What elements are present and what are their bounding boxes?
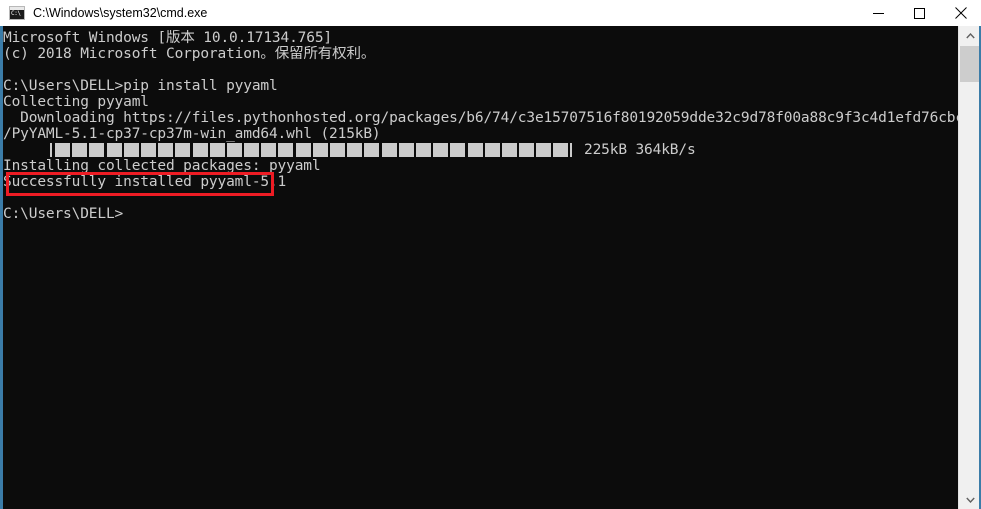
- console-line-download-url: Downloading https://files.pythonhosted.o…: [3, 110, 961, 126]
- progress-block: [467, 143, 483, 157]
- close-button[interactable]: [940, 0, 981, 26]
- window-title: C:\Windows\system32\cmd.exe: [33, 6, 208, 20]
- minimize-button[interactable]: [858, 0, 899, 26]
- progress-block: [381, 143, 397, 157]
- title-bar[interactable]: C:\ C:\Windows\system32\cmd.exe: [0, 0, 981, 27]
- progress-block: [209, 143, 225, 157]
- vertical-scrollbar[interactable]: [958, 26, 981, 509]
- progress-blocks: [55, 143, 571, 157]
- console-line-installing: Installing collected packages: pyyaml: [3, 158, 321, 174]
- download-progress-bar: 225kB 364kB/s: [3, 142, 961, 158]
- console-text-surface[interactable]: Microsoft Windows [版本 10.0.17134.765] (c…: [3, 26, 961, 509]
- scroll-down-arrow-icon[interactable]: [959, 490, 981, 509]
- cmd-window: C:\ C:\Windows\system32\cmd.exe Microsof…: [0, 0, 981, 509]
- console-line: Microsoft Windows [版本 10.0.17134.765]: [3, 30, 332, 46]
- progress-block: [226, 143, 242, 157]
- progress-block: [415, 143, 431, 157]
- cmd-icon-label: C:\: [11, 10, 21, 17]
- console-lines: Microsoft Windows [版本 10.0.17134.765] (c…: [3, 30, 961, 222]
- progress-block: [450, 143, 466, 157]
- progress-block: [295, 143, 311, 157]
- cmd-icon: C:\: [9, 6, 25, 20]
- progress-block: [244, 143, 260, 157]
- console-line-success: Successfully installed pyyaml-5.1: [3, 174, 287, 190]
- progress-block: [347, 143, 363, 157]
- scroll-track[interactable]: [959, 45, 981, 490]
- progress-stats: 225kB 364kB/s: [584, 142, 696, 158]
- progress-block: [536, 143, 552, 157]
- progress-block: [261, 143, 277, 157]
- progress-block: [123, 143, 139, 157]
- console-line: (c) 2018 Microsoft Corporation。保留所有权利。: [3, 46, 376, 62]
- progress-block: [501, 143, 517, 157]
- scroll-up-arrow-icon[interactable]: [959, 26, 981, 45]
- progress-block: [433, 143, 449, 157]
- progress-block: [72, 143, 88, 157]
- progress-block: [519, 143, 535, 157]
- progress-block: [106, 143, 122, 157]
- progress-block: [364, 143, 380, 157]
- progress-block: [89, 143, 105, 157]
- progress-block: [484, 143, 500, 157]
- progress-block: [398, 143, 414, 157]
- progress-block: [192, 143, 208, 157]
- progress-left-delimiter: [50, 143, 52, 157]
- progress-block: [175, 143, 191, 157]
- console-line: Collecting pyyaml: [3, 94, 149, 110]
- maximize-button[interactable]: [899, 0, 940, 26]
- progress-block: [140, 143, 156, 157]
- progress-block: [312, 143, 328, 157]
- console-line-prompt: C:\Users\DELL>: [3, 206, 124, 222]
- console-line-wheel-name: /PyYAML-5.1-cp37-cp37m-win_amd64.whl (21…: [3, 126, 381, 142]
- progress-right-delimiter: [570, 143, 572, 157]
- progress-block: [278, 143, 294, 157]
- progress-block: [330, 143, 345, 157]
- scroll-thumb[interactable]: [960, 46, 980, 82]
- console-output-area[interactable]: Microsoft Windows [版本 10.0.17134.765] (c…: [0, 26, 981, 509]
- progress-block: [55, 143, 70, 157]
- progress-block: [553, 143, 569, 157]
- console-line-command: C:\Users\DELL>pip install pyyaml: [3, 78, 278, 94]
- caption-button-group: [858, 0, 981, 26]
- progress-block: [158, 143, 174, 157]
